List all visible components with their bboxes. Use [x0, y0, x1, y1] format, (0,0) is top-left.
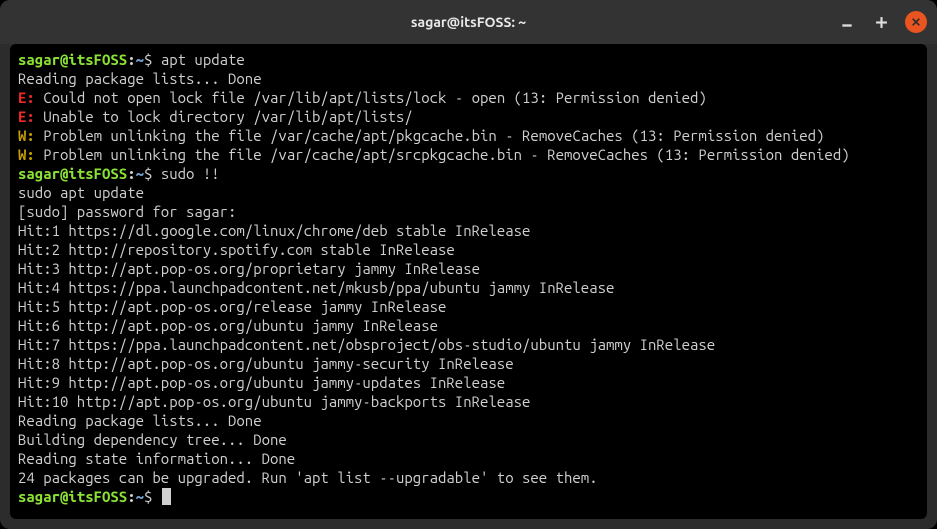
- output-line: Hit:10 http://apt.pop-os.org/ubuntu jamm…: [18, 392, 919, 411]
- warning-prefix: W:: [18, 146, 35, 163]
- output-line: Hit:8 http://apt.pop-os.org/ubuntu jammy…: [18, 354, 919, 373]
- window-title: sagar@itsFOSS: ~: [411, 14, 526, 30]
- error-line: E: Could not open lock file /var/lib/apt…: [18, 88, 919, 107]
- minimize-button[interactable]: [837, 12, 857, 32]
- prompt-user: sagar@itsFOSS: [18, 165, 127, 182]
- close-icon: [911, 17, 921, 27]
- output-line: Hit:6 http://apt.pop-os.org/ubuntu jammy…: [18, 316, 919, 335]
- warning-text: Problem unlinking the file /var/cache/ap…: [35, 127, 825, 144]
- warning-text: Problem unlinking the file /var/cache/ap…: [35, 146, 850, 163]
- maximize-button[interactable]: [871, 12, 891, 32]
- output-line: Reading package lists... Done: [18, 69, 919, 88]
- prompt-colon: :: [127, 165, 135, 182]
- error-line: E: Unable to lock directory /var/lib/apt…: [18, 107, 919, 126]
- prompt-user: sagar@itsFOSS: [18, 488, 127, 505]
- output-line: Hit:4 https://ppa.launchpadcontent.net/m…: [18, 278, 919, 297]
- terminal-area[interactable]: sagar@itsFOSS:~$ apt updateReading packa…: [10, 44, 927, 519]
- prompt-colon: :: [127, 51, 135, 68]
- minimize-icon: [840, 15, 854, 29]
- output-line: Hit:9 http://apt.pop-os.org/ubuntu jammy…: [18, 373, 919, 392]
- command-text: apt update: [161, 51, 245, 68]
- titlebar: sagar@itsFOSS: ~: [0, 0, 937, 44]
- prompt-line: sagar@itsFOSS:~$ sudo !!: [18, 164, 919, 183]
- prompt-path: ~: [136, 165, 144, 182]
- output-line: 24 packages can be upgraded. Run 'apt li…: [18, 468, 919, 487]
- close-button[interactable]: [905, 11, 927, 33]
- error-prefix: E:: [18, 89, 35, 106]
- command-text: [152, 51, 160, 68]
- error-text: Could not open lock file /var/lib/apt/li…: [35, 89, 707, 106]
- output-line: Hit:2 http://repository.spotify.com stab…: [18, 240, 919, 259]
- prompt-path: ~: [136, 488, 144, 505]
- terminal-window: sagar@itsFOSS: ~ sagar@itsFOSS:~$ apt up…: [0, 0, 937, 529]
- output-line: Hit:1 https://dl.google.com/linux/chrome…: [18, 221, 919, 240]
- plus-icon: [875, 16, 888, 29]
- output-line: [sudo] password for sagar:: [18, 202, 919, 221]
- output-line: Hit:5 http://apt.pop-os.org/release jamm…: [18, 297, 919, 316]
- cursor: [162, 488, 171, 505]
- cursor-space: [152, 488, 160, 505]
- warning-line: W: Problem unlinking the file /var/cache…: [18, 126, 919, 145]
- output-line: Reading state information... Done: [18, 449, 919, 468]
- prompt-colon: :: [127, 488, 135, 505]
- error-text: Unable to lock directory /var/lib/apt/li…: [35, 108, 413, 125]
- output-line: Building dependency tree... Done: [18, 430, 919, 449]
- warning-prefix: W:: [18, 127, 35, 144]
- prompt-path: ~: [136, 51, 144, 68]
- prompt-user: sagar@itsFOSS: [18, 51, 127, 68]
- output-line: Hit:7 https://ppa.launchpadcontent.net/o…: [18, 335, 919, 354]
- error-prefix: E:: [18, 108, 35, 125]
- prompt-line: sagar@itsFOSS:~$ apt update: [18, 50, 919, 69]
- warning-line: W: Problem unlinking the file /var/cache…: [18, 145, 919, 164]
- output-line: Hit:3 http://apt.pop-os.org/proprietary …: [18, 259, 919, 278]
- command-text: [152, 165, 160, 182]
- output-line: sudo apt update: [18, 183, 919, 202]
- window-controls: [837, 11, 927, 33]
- output-line: Reading package lists... Done: [18, 411, 919, 430]
- prompt-line: sagar@itsFOSS:~$: [18, 487, 919, 506]
- command-text: sudo !!: [161, 165, 220, 182]
